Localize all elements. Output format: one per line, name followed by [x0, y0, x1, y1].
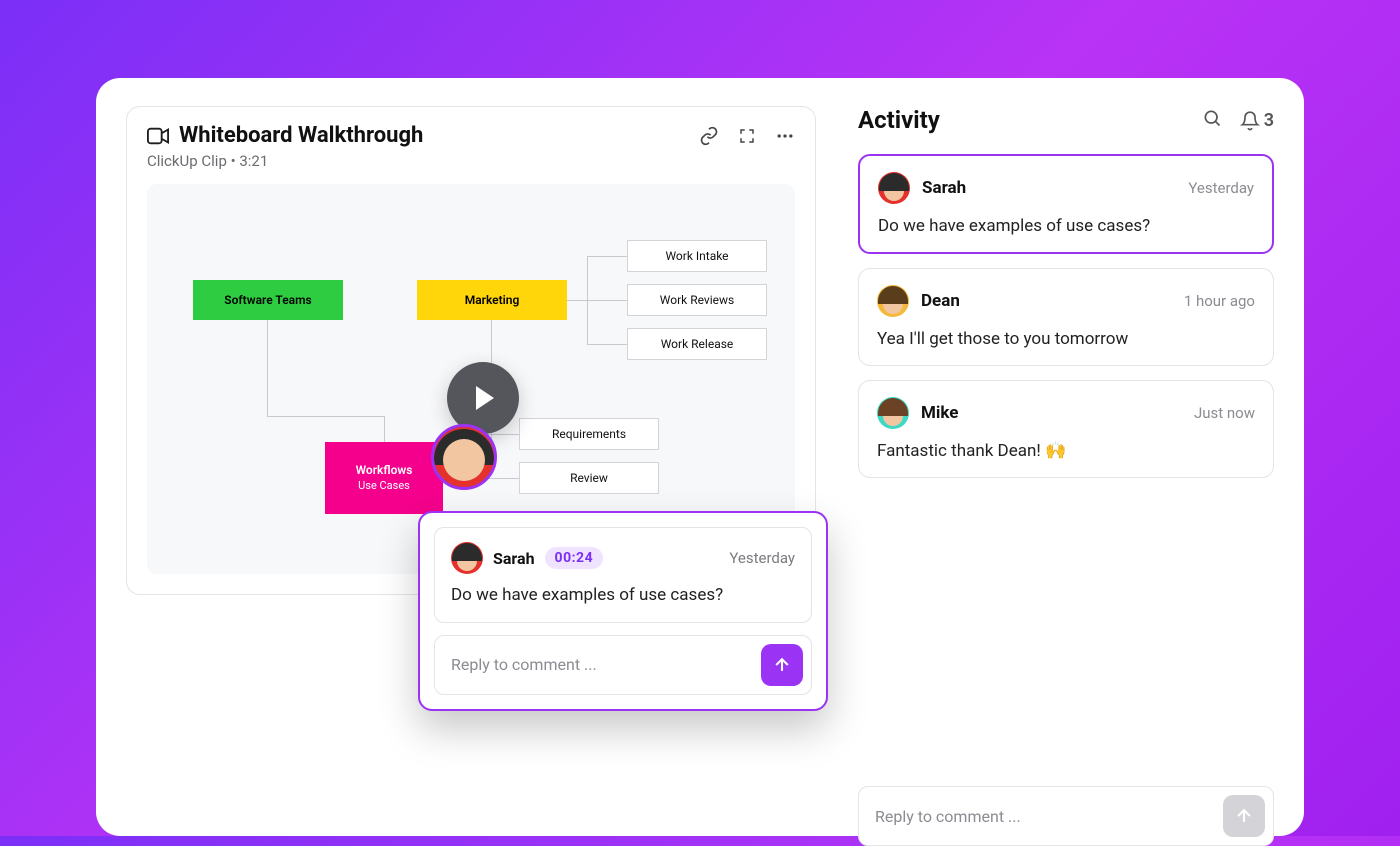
clip-subtitle: ClickUp Clip • 3:21 — [147, 152, 795, 170]
comment-author: Sarah — [922, 178, 966, 198]
clip-actions — [699, 126, 795, 146]
comment-body: Yea I'll get those to you tomorrow — [877, 329, 1255, 349]
comment-time: Yesterday — [1188, 179, 1254, 197]
avatar-sarah — [451, 542, 483, 574]
popup-body: Do we have examples of use cases? — [451, 584, 795, 608]
activity-panel: Activity 3 Sarah Yesterday Do we have ex — [858, 106, 1274, 836]
comment-body: Fantastic thank Dean! 🙌 — [877, 441, 1255, 461]
timestamp-badge[interactable]: 00:24 — [545, 547, 604, 569]
video-icon — [147, 127, 169, 145]
node-work-release[interactable]: Work Release — [627, 328, 767, 360]
notification-count: 3 — [1264, 110, 1274, 131]
bell-icon — [1240, 110, 1260, 131]
avatar-mike — [877, 397, 909, 429]
popup-author: Sarah — [493, 549, 535, 568]
node-software-teams[interactable]: Software Teams — [193, 280, 343, 320]
comment-body: Do we have examples of use cases? — [878, 216, 1254, 236]
activity-comment[interactable]: Sarah Yesterday Do we have examples of u… — [858, 154, 1274, 254]
clip-panel: Whiteboard Walkthrough ClickUp Clip • 3:… — [126, 106, 816, 836]
popup-reply-placeholder: Reply to comment ... — [451, 655, 597, 674]
node-workflows-label: Workflows — [356, 463, 413, 479]
activity-reply-placeholder: Reply to comment ... — [875, 807, 1021, 826]
avatar-sarah — [878, 172, 910, 204]
search-icon[interactable] — [1202, 108, 1222, 132]
arrow-up-icon — [772, 655, 792, 675]
more-icon[interactable] — [775, 126, 795, 146]
comment-author: Dean — [921, 291, 960, 311]
play-button[interactable] — [447, 362, 519, 434]
notifications-button[interactable]: 3 — [1240, 110, 1274, 131]
clip-header: Whiteboard Walkthrough — [147, 123, 795, 148]
presenter-avatar — [431, 424, 497, 490]
node-work-intake[interactable]: Work Intake — [627, 240, 767, 272]
link-icon[interactable] — [699, 126, 719, 146]
expand-icon[interactable] — [737, 126, 757, 146]
popup-reply-input[interactable]: Reply to comment ... — [434, 635, 812, 695]
activity-comment[interactable]: Mike Just now Fantastic thank Dean! 🙌 — [858, 380, 1274, 478]
activity-send-button[interactable] — [1223, 795, 1265, 837]
play-icon — [476, 386, 494, 410]
comment-time: 1 hour ago — [1184, 292, 1255, 310]
comment-popup: Sarah 00:24 Yesterday Do we have example… — [418, 511, 828, 711]
node-workflows-sub: Use Cases — [358, 479, 410, 493]
comment-author: Mike — [921, 403, 958, 423]
activity-heading: Activity — [858, 106, 940, 134]
avatar-dean — [877, 285, 909, 317]
popup-comment-card[interactable]: Sarah 00:24 Yesterday Do we have example… — [434, 527, 812, 623]
activity-reply-input[interactable]: Reply to comment ... — [858, 786, 1274, 846]
node-workflows[interactable]: Workflows Use Cases — [325, 442, 443, 514]
popup-relative-time: Yesterday — [729, 549, 795, 567]
activity-comment[interactable]: Dean 1 hour ago Yea I'll get those to yo… — [858, 268, 1274, 366]
node-review[interactable]: Review — [519, 462, 659, 494]
node-marketing[interactable]: Marketing — [417, 280, 567, 320]
comment-time: Just now — [1194, 404, 1255, 422]
clip-title: Whiteboard Walkthrough — [179, 123, 423, 148]
arrow-up-icon — [1234, 806, 1254, 826]
app-window: Whiteboard Walkthrough ClickUp Clip • 3:… — [96, 78, 1304, 836]
node-requirements[interactable]: Requirements — [519, 418, 659, 450]
popup-send-button[interactable] — [761, 644, 803, 686]
node-work-reviews[interactable]: Work Reviews — [627, 284, 767, 316]
